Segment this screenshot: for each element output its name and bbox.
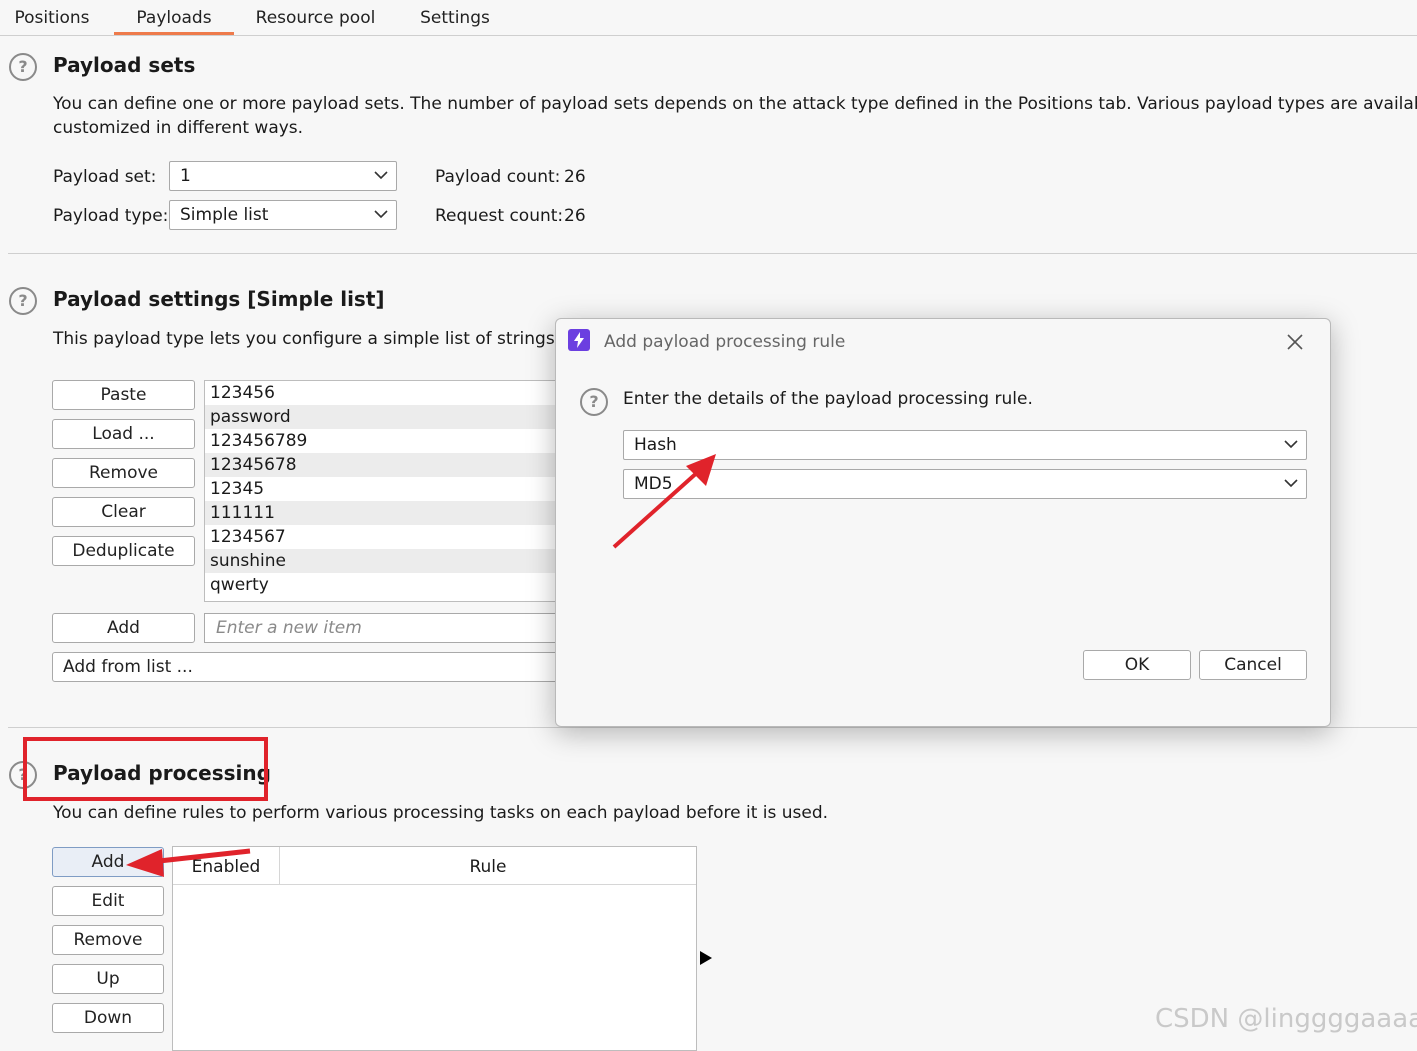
arrow-to-add-button [126,848,251,877]
annotation-arrows [126,454,716,877]
watermark-text: CSDN @linggggaaaa [1155,1004,1417,1034]
arrow-to-hash-select [612,454,716,549]
